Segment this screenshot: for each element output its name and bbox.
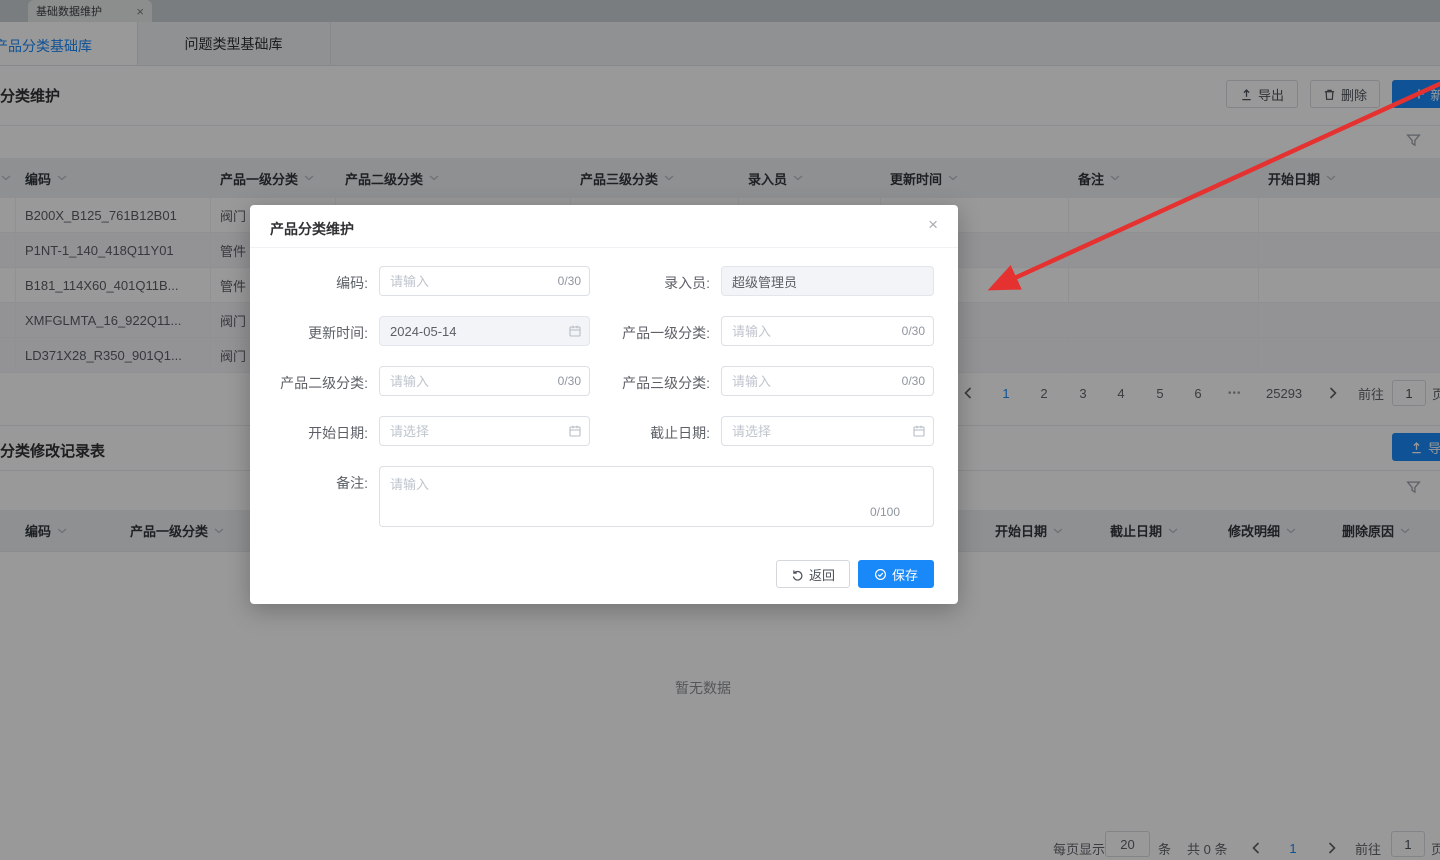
operator-input [721,266,934,296]
category1-field[interactable]: 0/30 [721,316,934,346]
char-counter: 0/30 [557,374,581,388]
category2-field[interactable]: 0/30 [379,366,590,396]
operator-label: 录入员: [664,275,710,291]
remark-textarea[interactable] [379,466,934,527]
code-field[interactable]: 0/30 [379,266,590,296]
back-button[interactable]: 返回 [776,560,850,588]
category3-label: 产品三级分类: [622,375,710,391]
divider [250,247,958,248]
end-date-label: 截止日期: [650,425,710,441]
category2-label: 产品二级分类: [280,375,368,391]
code-label: 编码: [336,275,368,291]
end-date-input[interactable] [721,416,934,446]
start-date-input[interactable] [379,416,590,446]
dialog-title: 产品分类维护 [270,221,354,237]
operator-field [721,266,934,296]
check-circle-icon [874,568,887,580]
remark-label: 备注: [336,475,368,491]
update-time-input [379,316,590,346]
end-date-field[interactable] [721,416,934,446]
start-date-label: 开始日期: [308,425,368,441]
update-time-label: 更新时间: [308,325,368,341]
char-counter: 0/30 [901,374,925,388]
char-counter: 0/30 [901,324,925,338]
calendar-icon [568,424,582,438]
category3-field[interactable]: 0/30 [721,366,934,396]
undo-icon [792,569,803,581]
calendar-icon [568,324,582,338]
calendar-icon [912,424,926,438]
char-counter: 0/30 [557,274,581,288]
save-button[interactable]: 保存 [858,560,934,588]
close-icon[interactable]: × [928,216,938,233]
start-date-field[interactable] [379,416,590,446]
update-time-field [379,316,590,346]
category1-label: 产品一级分类: [622,325,710,341]
char-counter: 0/100 [870,505,901,519]
product-category-dialog: 产品分类维护 × 编码: 0/30 录入员: 更新时间: 产品一级分类: 0/3… [250,205,958,604]
app-window: 基础数据维护 × 产品分类基础库 问题类型基础库 分类维护 导出 删除 新增 [0,0,1440,860]
